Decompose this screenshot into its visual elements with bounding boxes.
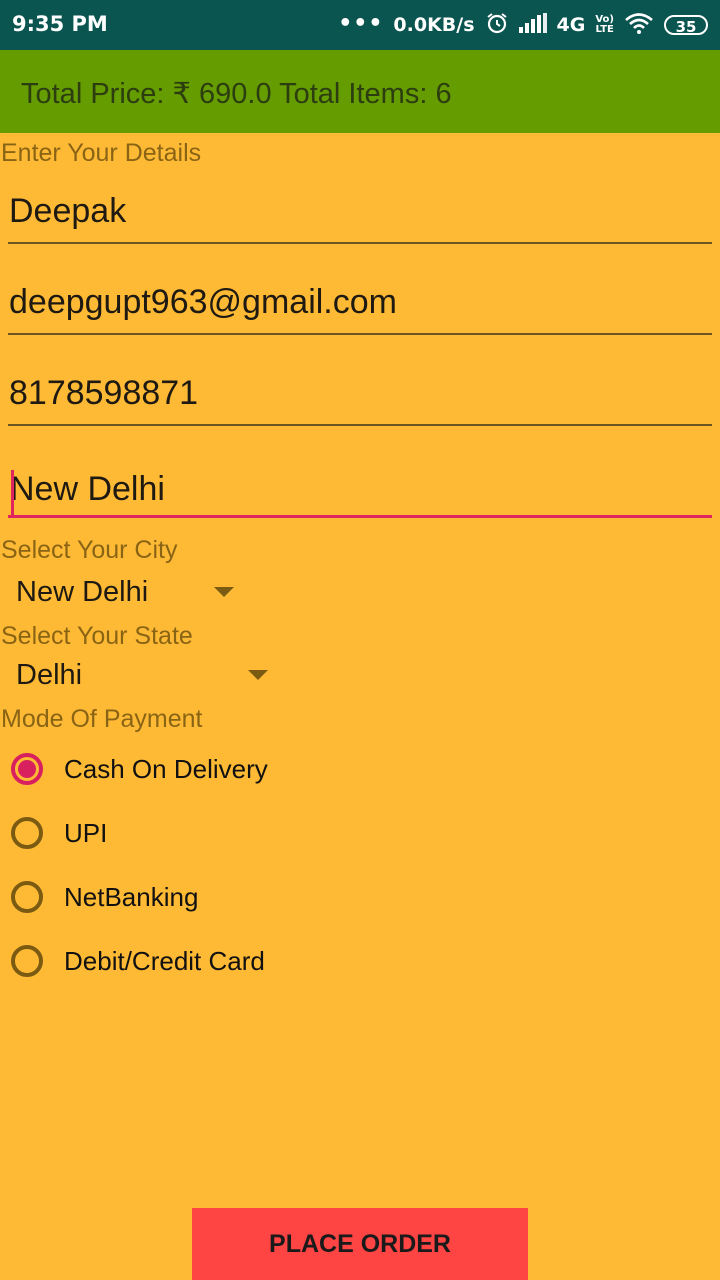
radio-button[interactable]	[11, 881, 43, 913]
city-selected: New Delhi	[16, 575, 149, 608]
payment-option-label: Debit/Credit Card	[64, 945, 265, 976]
alarm-icon	[485, 11, 509, 40]
status-icons: ••• 0.0KB/s 4G Vo) LTE 35	[338, 10, 708, 40]
radio-button[interactable]	[11, 817, 43, 849]
network-speed: 0.0KB/s	[393, 14, 475, 36]
chevron-down-icon	[214, 587, 234, 597]
address-value: New Delhi	[10, 470, 165, 508]
volte-label-bottom: LTE	[595, 24, 614, 35]
radio-button[interactable]	[11, 945, 43, 977]
state-dropdown[interactable]: Delhi	[16, 654, 272, 696]
payment-label: Mode Of Payment	[1, 705, 203, 733]
name-value: Deepak	[9, 192, 127, 230]
battery-icon: 35	[664, 15, 708, 36]
email-value: deepgupt963@gmail.com	[9, 283, 397, 321]
place-order-button[interactable]: PLACE ORDER	[192, 1208, 528, 1280]
payment-option-card[interactable]: Debit/Credit Card	[11, 939, 265, 983]
status-time: 9:35 PM	[12, 12, 108, 36]
volte-icon: Vo) LTE	[595, 15, 614, 35]
state-selected: Delhi	[16, 658, 83, 691]
radio-button[interactable]	[11, 753, 43, 785]
wifi-icon	[624, 12, 654, 39]
city-label: Select Your City	[1, 536, 178, 564]
text-cursor	[11, 470, 14, 516]
name-field[interactable]: Deepak	[8, 188, 712, 244]
cart-summary-bar: Total Price: ₹ 690.0 Total Items: 6	[0, 50, 720, 133]
payment-option-label: UPI	[64, 817, 108, 848]
city-dropdown[interactable]: New Delhi	[16, 571, 240, 613]
details-title: Enter Your Details	[1, 139, 202, 167]
email-field[interactable]: deepgupt963@gmail.com	[8, 279, 712, 335]
more-dots-icon: •••	[338, 10, 384, 36]
payment-option-upi[interactable]: UPI	[11, 811, 107, 855]
status-bar: 9:35 PM ••• 0.0KB/s 4G Vo) LTE 35	[0, 0, 720, 50]
state-label: Select Your State	[1, 622, 193, 650]
phone-value: 8178598871	[9, 374, 199, 412]
payment-option-label: Cash On Delivery	[64, 753, 268, 784]
address-field[interactable]: New Delhi	[8, 462, 712, 518]
payment-option-cod[interactable]: Cash On Delivery	[11, 747, 268, 791]
payment-option-label: NetBanking	[64, 881, 199, 912]
phone-field[interactable]: 8178598871	[8, 370, 712, 426]
signal-icon	[518, 12, 547, 38]
cart-summary: Total Price: ₹ 690.0 Total Items: 6	[21, 78, 452, 110]
battery-level: 35	[675, 18, 697, 36]
chevron-down-icon	[248, 670, 268, 680]
network-type: 4G	[556, 14, 586, 36]
payment-option-netbanking[interactable]: NetBanking	[11, 875, 198, 919]
